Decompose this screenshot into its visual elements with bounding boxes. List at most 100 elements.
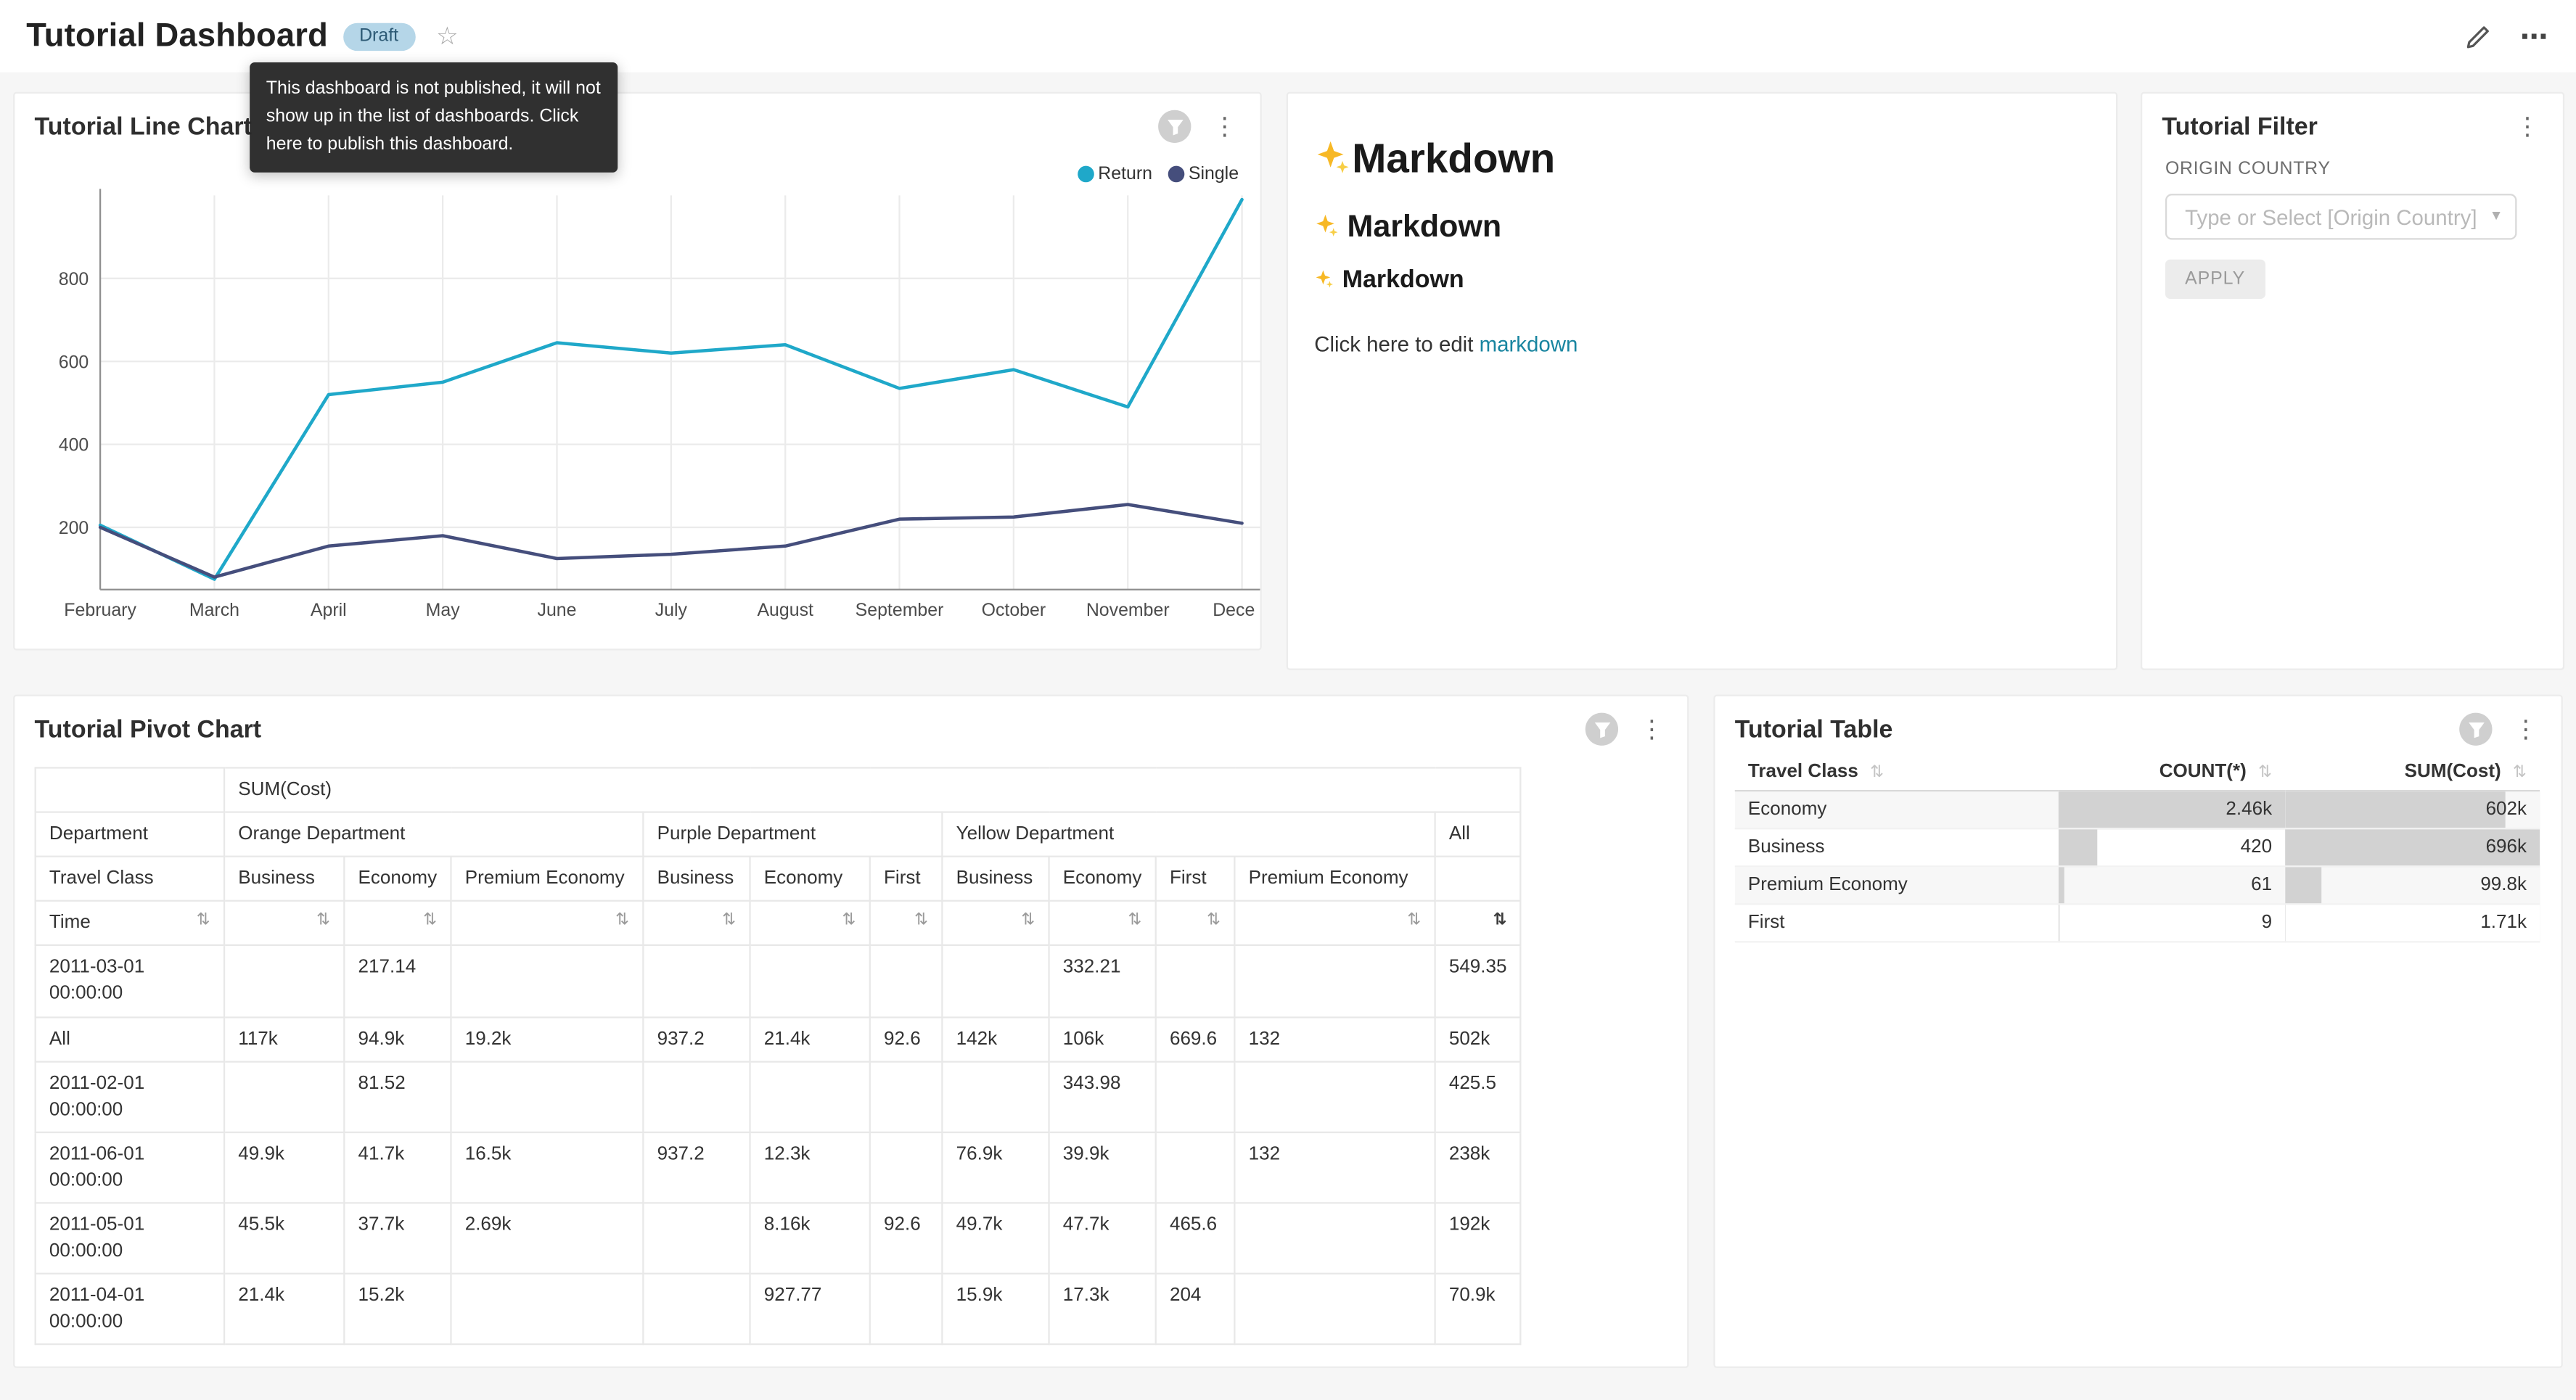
pivot-value-cell: 17.3k: [1049, 1274, 1156, 1345]
pivot-sort-cell: ⇅: [451, 901, 643, 945]
x-tick-label: March: [189, 600, 239, 620]
pivot-value-cell: 106k: [1049, 1017, 1156, 1061]
pivot-row-label: 2011-04-01 00:00:00: [36, 1274, 224, 1345]
legend-item-return[interactable]: Return: [1078, 164, 1152, 184]
pivot-value-cell: [643, 1274, 750, 1345]
pivot-value-cell: [750, 946, 870, 1017]
sort-icon[interactable]: ⇅: [1128, 910, 1141, 934]
pivot-row-label: 2011-02-01 00:00:00: [36, 1061, 224, 1132]
pivot-value-cell: [942, 1061, 1049, 1132]
pivot-row: 2011-02-01 00:00:0081.52343.98425.5: [36, 1061, 1521, 1132]
sort-icon[interactable]: ⇅: [842, 910, 856, 934]
filter-card: Tutorial Filter ⋮ ORIGIN COUNTRY ▾ APPLY: [2141, 92, 2564, 670]
sort-icon[interactable]: ⇅: [423, 910, 437, 934]
pivot-value-cell: [750, 1061, 870, 1132]
sort-icon: ⇅: [2258, 764, 2272, 782]
pivot-row-dim-header: Department: [36, 812, 224, 857]
y-tick-label: 200: [59, 518, 89, 538]
filter-card-header: Tutorial Filter ⋮: [2142, 94, 2563, 160]
pivot-value-cell: 76.9k: [942, 1132, 1049, 1203]
table-value-cell: 420: [2059, 828, 2285, 866]
markdown-h3-text: Markdown: [1342, 266, 1464, 294]
sort-icon[interactable]: ⇅: [722, 910, 736, 934]
pivot-group-header: Orange Department: [224, 812, 643, 857]
sort-icon[interactable]: ⇅: [197, 910, 210, 934]
x-tick-label: April: [311, 600, 347, 620]
sort-icon[interactable]: ⇅: [1021, 910, 1035, 934]
pivot-value-cell: 47.7k: [1049, 1203, 1156, 1274]
pivot-value-cell: 132: [1234, 1017, 1435, 1061]
sort-icon[interactable]: ⇅: [914, 910, 928, 934]
pivot-value-cell: [1156, 1132, 1235, 1203]
more-menu-icon[interactable]: ⋯: [2520, 22, 2550, 50]
pivot-value-cell: [870, 1274, 943, 1345]
legend-dot-return: [1078, 166, 1095, 183]
kebab-menu-icon[interactable]: ⋮: [1209, 114, 1240, 139]
origin-country-select[interactable]: ▾: [2165, 194, 2516, 239]
draft-badge[interactable]: Draft: [342, 22, 414, 50]
pivot-value-cell: [1234, 1274, 1435, 1345]
legend-item-single[interactable]: Single: [1169, 164, 1239, 184]
kebab-menu-icon[interactable]: ⋮: [2512, 114, 2543, 139]
pivot-sort-cell: ⇅: [1156, 901, 1235, 945]
table-value-cell: 602k: [2285, 791, 2540, 828]
pivot-value-cell: [451, 1274, 643, 1345]
applied-filter-badge[interactable]: [2459, 713, 2492, 746]
pivot-value-cell: 94.9k: [344, 1017, 451, 1061]
pivot-col-header: Business: [224, 857, 344, 901]
edit-pencil-icon[interactable]: [2464, 22, 2492, 50]
table-travel-class-cell: Business: [1735, 828, 2059, 866]
pivot-value-cell: 425.5: [1435, 1061, 1521, 1132]
pivot-value-cell: [643, 1203, 750, 1274]
y-tick-label: 400: [59, 435, 89, 456]
page-title: Tutorial Dashboard: [26, 17, 328, 55]
column-header-label: SUM(Cost): [2405, 762, 2501, 781]
column-header-label: Travel Class: [1748, 762, 1858, 781]
origin-country-input[interactable]: [2170, 205, 2493, 229]
y-tick-label: 600: [59, 352, 89, 372]
sort-icon: ⇅: [2513, 764, 2527, 782]
markdown-paragraph: Click here to edit markdown: [1314, 332, 2090, 356]
sort-icon[interactable]: ⇅: [316, 910, 330, 934]
pivot-table-wrap: SUM(Cost)DepartmentOrange DepartmentPurp…: [35, 767, 1668, 1346]
pivot-group-header: All: [1435, 812, 1521, 857]
x-tick-label: July: [655, 600, 688, 620]
table-card-header: Tutorial Table ⋮: [1715, 696, 2561, 762]
sort-icon[interactable]: ⇅: [1407, 910, 1421, 934]
sort-icon[interactable]: ⇅: [1493, 910, 1507, 934]
markdown-edit-link[interactable]: markdown: [1480, 332, 1578, 356]
pivot-value-cell: 37.7k: [344, 1203, 451, 1274]
pivot-value-cell: [643, 946, 750, 1017]
pivot-value-cell: [1234, 946, 1435, 1017]
kebab-menu-icon[interactable]: ⋮: [1636, 717, 1668, 741]
apply-button[interactable]: APPLY: [2165, 260, 2265, 299]
table-value-cell: 2.46k: [2059, 791, 2285, 828]
filter-field-label: ORIGIN COUNTRY: [2165, 160, 2540, 179]
line-chart-card-header: Tutorial Line Chart ⋮: [15, 94, 1260, 160]
markdown-card[interactable]: Markdown Markdown Markdown Click here to…: [1287, 92, 2118, 670]
sparkles-icon: [1314, 139, 1350, 176]
applied-filter-badge[interactable]: [1158, 110, 1191, 143]
x-tick-label: August: [757, 600, 813, 620]
markdown-h1-text: Markdown: [1352, 136, 1555, 182]
table-chart-card: Tutorial Table ⋮ Travel Class ⇅: [1713, 695, 2562, 1368]
pivot-value-cell: [451, 946, 643, 1017]
favorite-star-icon[interactable]: ☆: [436, 24, 458, 49]
table-row: First91.71k: [1735, 904, 2540, 942]
pivot-value-cell: 2.69k: [451, 1203, 643, 1274]
x-tick-label: May: [426, 600, 461, 620]
pivot-row: 2011-03-01 00:00:00217.14332.21549.35: [36, 946, 1521, 1017]
sort-icon[interactable]: ⇅: [615, 910, 629, 934]
pivot-value-cell: 502k: [1435, 1017, 1521, 1061]
funnel-icon: [1165, 118, 1184, 136]
pivot-value-cell: 465.6: [1156, 1203, 1235, 1274]
applied-filter-badge[interactable]: [1586, 713, 1618, 746]
pivot-group-header: Purple Department: [643, 812, 942, 857]
pivot-col-header: First: [870, 857, 943, 901]
pivot-value-cell: 132: [1234, 1132, 1435, 1203]
pivot-value-cell: 49.7k: [942, 1203, 1049, 1274]
kebab-menu-icon[interactable]: ⋮: [2510, 717, 2541, 741]
pivot-sort-cell: ⇅: [1234, 901, 1435, 945]
sort-icon[interactable]: ⇅: [1207, 910, 1221, 934]
pivot-value-cell: [942, 946, 1049, 1017]
